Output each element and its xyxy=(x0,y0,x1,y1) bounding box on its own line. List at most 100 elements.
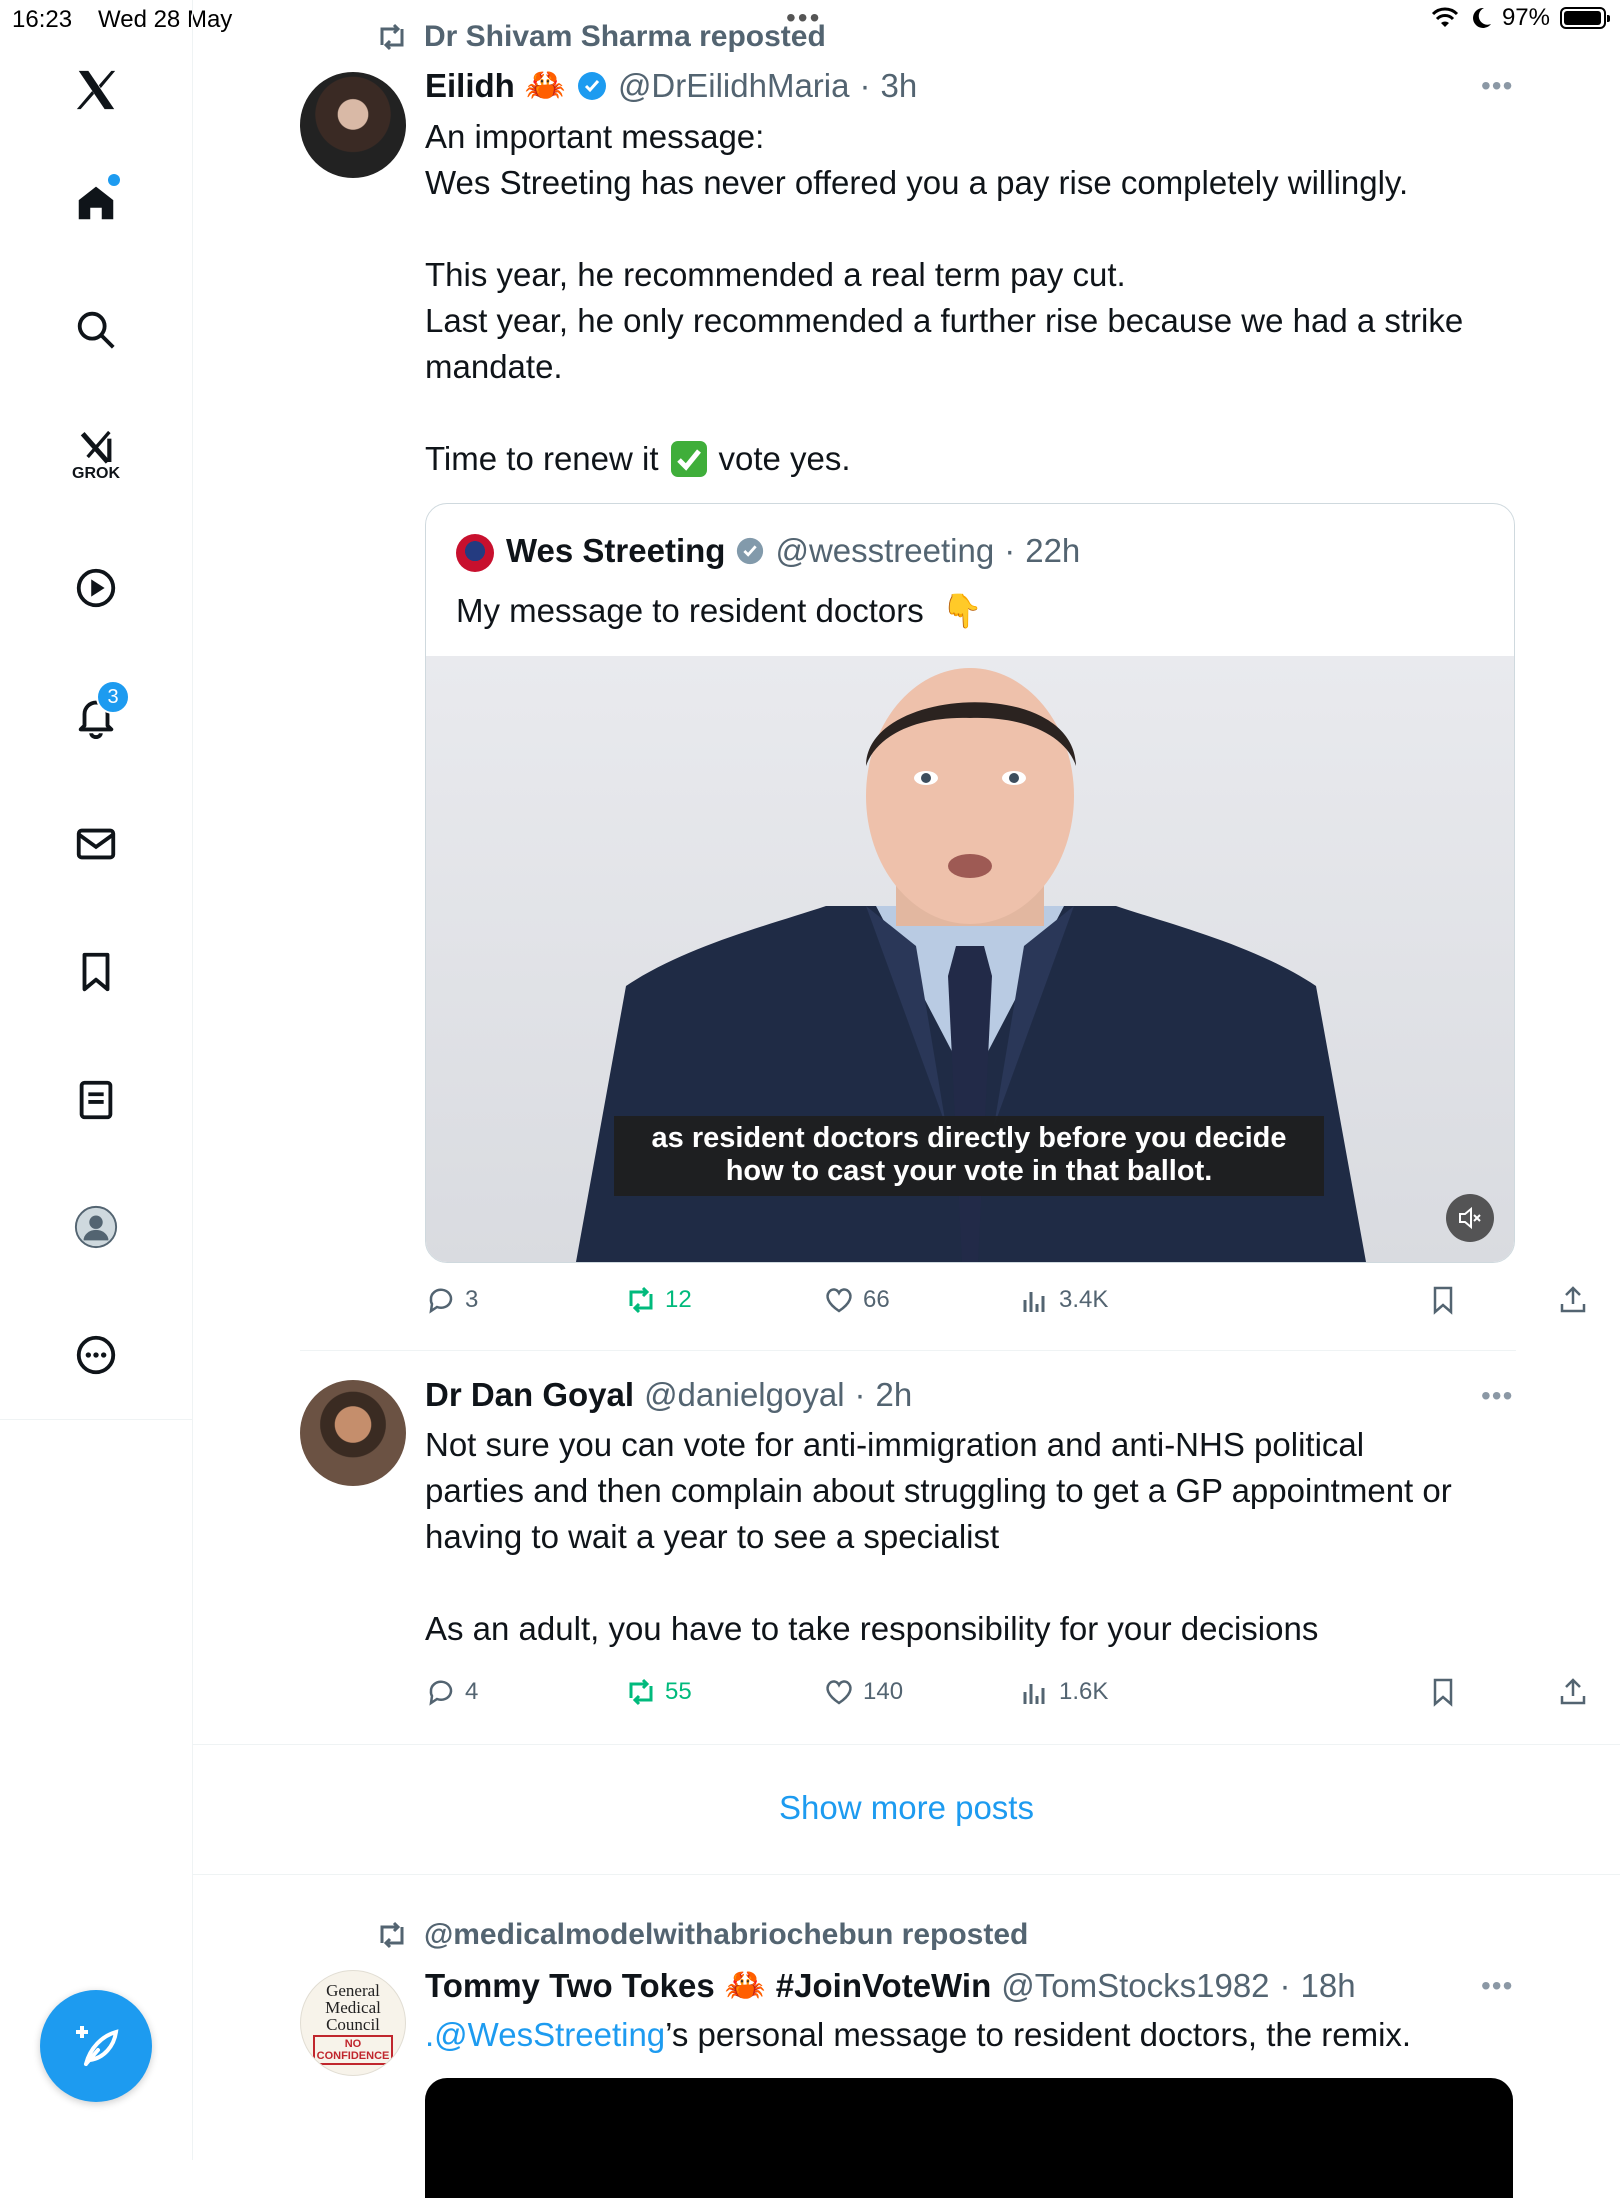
home-unread-dot xyxy=(108,174,120,186)
avatar[interactable] xyxy=(300,72,406,178)
compose-post-button[interactable] xyxy=(40,1990,152,2102)
reply-button[interactable]: 4 xyxy=(425,1676,478,1708)
reply-icon xyxy=(429,1680,453,1706)
nav-bookmarks[interactable] xyxy=(66,942,126,1002)
post-header: Eilidh 🦀 @DrEilidhMaria · 3h xyxy=(425,66,917,105)
quote-handle[interactable]: @wesstreeting xyxy=(775,532,994,570)
quote-avatar[interactable] xyxy=(456,534,494,572)
post-time[interactable]: 3h xyxy=(881,67,918,105)
author-name[interactable]: Tommy Two Tokes xyxy=(425,1967,715,2005)
separator-dot: · xyxy=(1279,1966,1291,2004)
repost-button[interactable]: 55 xyxy=(625,1676,692,1708)
play-circle-icon xyxy=(76,568,116,608)
video-subtitle: as resident doctors directly before you … xyxy=(614,1116,1324,1196)
profile-avatar-icon xyxy=(74,1205,118,1249)
crab-emoji: 🦀 xyxy=(724,1966,766,2003)
repost-button[interactable]: 12 xyxy=(625,1284,692,1316)
quoted-post[interactable]: Wes Streeting @wesstreeting · 22h My mes… xyxy=(425,503,1515,1263)
share-button[interactable] xyxy=(1557,1284,1589,1316)
x-logo-icon[interactable] xyxy=(66,60,126,120)
repost-count: 55 xyxy=(665,1678,692,1705)
nav-home[interactable] xyxy=(66,172,126,232)
post-line: Time to renew it xyxy=(425,440,659,477)
notifications-badge: 3 xyxy=(96,680,130,714)
analytics-bars-icon xyxy=(1023,1684,1045,1704)
status-right: 97% xyxy=(1430,4,1610,32)
show-more-posts-link[interactable]: Show more posts xyxy=(193,1742,1620,1874)
subtitle-line: as resident doctors directly before you … xyxy=(651,1122,1287,1154)
author-name[interactable]: Eilidh xyxy=(425,67,515,105)
bookmark-button[interactable] xyxy=(1427,1676,1459,1708)
nav-messages[interactable] xyxy=(66,814,126,874)
post-header: Dr Dan Goyal @danielgoyal · 2h xyxy=(425,1376,912,1414)
sidebar-nav: GROK 3 xyxy=(0,0,193,2160)
bookmark-button[interactable] xyxy=(1427,1284,1459,1316)
post-text: Not sure you can vote for anti-immigrati… xyxy=(425,1422,1515,1652)
like-count: 140 xyxy=(863,1678,904,1705)
post-more-icon[interactable]: ••• xyxy=(1481,1970,1513,2002)
avatar[interactable]: General Medical Council NO CONFIDENCE xyxy=(300,1970,406,2076)
avatar-stamp-line: CONFIDENCE xyxy=(316,2049,390,2062)
author-hashtag: #JoinVoteWin xyxy=(775,1966,992,2004)
like-button[interactable]: 140 xyxy=(823,1676,903,1708)
reply-count: 3 xyxy=(465,1286,479,1313)
reply-button[interactable]: 3 xyxy=(425,1284,478,1316)
verified-badge-icon xyxy=(577,71,606,100)
nav-notifications[interactable]: 3 xyxy=(66,680,130,746)
author-handle[interactable]: @TomStocks1982 xyxy=(1001,1967,1269,2005)
check-mark-button-icon xyxy=(670,441,707,477)
views-button[interactable]: 3.4K xyxy=(1019,1284,1108,1316)
avatar-stamp-line: NO xyxy=(344,2037,362,2050)
thread-divider xyxy=(300,1350,1516,1351)
views-button[interactable]: 1.6K xyxy=(1019,1676,1108,1708)
mute-button[interactable] xyxy=(1446,1194,1494,1242)
bookmark-icon xyxy=(82,952,110,992)
nav-explore[interactable] xyxy=(66,300,126,360)
post-line: Wes Streeting has never offered you a pa… xyxy=(425,164,1409,201)
quote-header: Wes Streeting @wesstreeting · 22h xyxy=(506,532,1080,570)
post-line: mandate. xyxy=(425,348,563,385)
share-button[interactable] xyxy=(1557,1676,1589,1708)
heart-icon xyxy=(826,1288,852,1313)
post-line: having to wait a year to see a specialis… xyxy=(425,1518,1000,1555)
views-count: 3.4K xyxy=(1059,1286,1109,1313)
crab-emoji: 🦀 xyxy=(524,66,566,103)
nav-more[interactable] xyxy=(66,1325,126,1385)
repost-by-text: Dr Shivam Sharma reposted xyxy=(424,20,826,53)
reply-count: 4 xyxy=(465,1678,479,1705)
compose-feather-icon xyxy=(76,2026,119,2066)
avatar[interactable] xyxy=(300,1380,406,1486)
mention-link[interactable]: .@WesStreeting xyxy=(425,2016,665,2053)
video-player[interactable]: as resident doctors directly before you … xyxy=(426,656,1514,1262)
like-button[interactable]: 66 xyxy=(823,1284,890,1316)
post-text: .@WesStreeting’s personal message to res… xyxy=(425,2012,1515,2058)
do-not-disturb-moon-icon xyxy=(1472,7,1491,28)
pointing-down-emoji: 👇 xyxy=(941,592,983,629)
author-name[interactable]: Dr Dan Goyal xyxy=(425,1376,634,1414)
nav-lists[interactable] xyxy=(66,1070,126,1130)
avatar-text: Medical xyxy=(325,1997,381,2017)
speaker-muted-icon xyxy=(1459,1206,1481,1230)
post-time[interactable]: 2h xyxy=(876,1376,913,1414)
quote-author-name[interactable]: Wes Streeting xyxy=(506,532,725,570)
quote-time[interactable]: 22h xyxy=(1025,532,1080,570)
post-more-icon[interactable]: ••• xyxy=(1481,70,1513,102)
avatar-text: General xyxy=(326,1980,380,2000)
nav-profile[interactable] xyxy=(66,1197,126,1257)
separator-dot: · xyxy=(854,1376,866,1413)
quote-text: My message to resident doctors xyxy=(456,592,924,629)
battery-percent: 97% xyxy=(1501,4,1550,31)
repost-icon xyxy=(629,1678,653,1706)
post-time[interactable]: 18h xyxy=(1301,1967,1356,2005)
author-handle[interactable]: @DrEilidhMaria xyxy=(618,67,850,105)
post-more-icon[interactable]: ••• xyxy=(1481,1380,1513,1412)
post-line: Not sure you can vote for anti-immigrati… xyxy=(425,1426,1365,1463)
nav-grok[interactable]: GROK xyxy=(66,425,126,485)
envelope-icon xyxy=(76,828,116,860)
post-line: parties and then complain about struggli… xyxy=(425,1472,1452,1509)
nav-video[interactable] xyxy=(66,558,126,618)
video-player[interactable] xyxy=(425,2078,1513,2198)
author-handle[interactable]: @danielgoyal xyxy=(644,1376,844,1414)
